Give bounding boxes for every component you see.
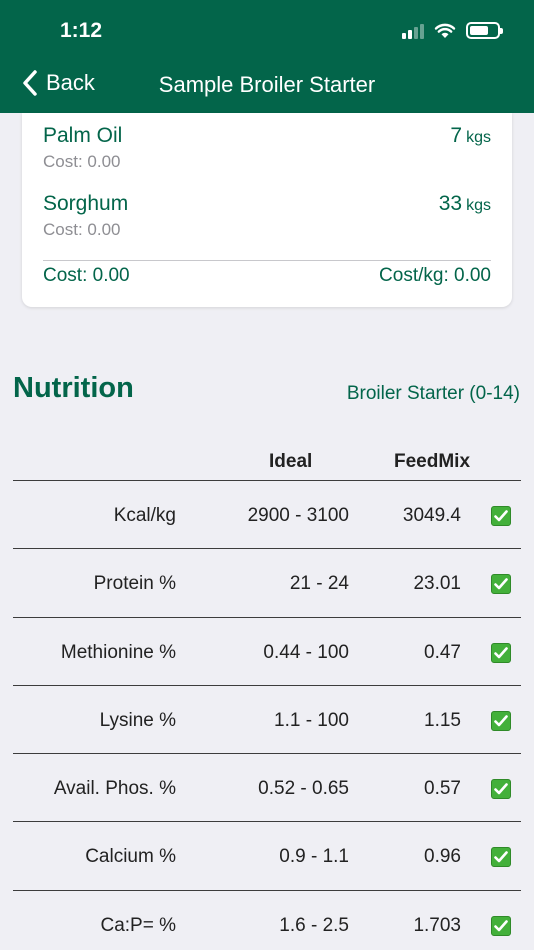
ingredient-item[interactable]: Palm Oil Cost: 0.00 7 kgs bbox=[43, 124, 491, 184]
signal-icon bbox=[402, 23, 424, 39]
header-ideal: Ideal bbox=[269, 451, 313, 472]
nutrient-feedmix: 0.96 bbox=[424, 846, 461, 868]
nutrient-feedmix: 1.703 bbox=[413, 914, 461, 936]
nutrient-name: Avail. Phos. % bbox=[53, 778, 176, 800]
nutrition-table: Ideal FeedMix Kcal/kg 2900 - 3100 3049.4 Pr… bbox=[13, 440, 521, 950]
feed-type-link[interactable]: Broiler Starter (0-14) bbox=[347, 383, 520, 405]
nutrient-ideal: 0.9 - 1.1 bbox=[279, 846, 349, 868]
nutrient-name: Ca:P= % bbox=[100, 914, 176, 936]
ingredient-cost: Cost: 0.00 bbox=[43, 152, 121, 171]
table-row: Methionine % 0.44 - 100 0.47 bbox=[13, 618, 521, 686]
nutrient-feedmix: 0.47 bbox=[424, 641, 461, 663]
wifi-icon bbox=[434, 23, 456, 38]
checkmark-icon bbox=[491, 506, 511, 526]
nutrient-name: Methionine % bbox=[60, 641, 176, 663]
page-title: Sample Broiler Starter bbox=[158, 72, 376, 97]
header-feedmix: FeedMix bbox=[394, 451, 471, 472]
nutrient-ideal: 1.1 - 100 bbox=[274, 709, 349, 731]
nutrient-ideal: 21 - 24 bbox=[289, 573, 349, 595]
nutrient-name: Kcal/kg bbox=[113, 505, 176, 526]
nutrient-name: Protein % bbox=[93, 573, 176, 595]
checkmark-icon bbox=[491, 710, 511, 731]
battery-icon bbox=[466, 22, 503, 39]
nutrient-name: Calcium % bbox=[85, 846, 176, 868]
ingredient-name: Palm Oil bbox=[43, 124, 123, 147]
nutrient-feedmix: 23.01 bbox=[413, 573, 461, 595]
checkmark-icon bbox=[491, 642, 511, 663]
ingredient-cost: Cost: 0.00 bbox=[43, 220, 121, 239]
ingredients-card: Palm Oil Cost: 0.00 7 kgs Sorghum Cost: 0… bbox=[22, 113, 512, 307]
ingredient-qty: 33 kgs bbox=[438, 192, 491, 215]
table-row: Kcal/kg 2900 - 3100 3049.4 bbox=[13, 481, 521, 550]
table-row: Lysine % 1.1 - 100 1.15 bbox=[13, 686, 521, 755]
checkmark-icon bbox=[491, 574, 511, 595]
table-header: Ideal FeedMix bbox=[13, 440, 521, 481]
nutrient-ideal: 0.44 - 100 bbox=[263, 641, 349, 663]
nutrient-ideal: 0.52 - 0.65 bbox=[258, 778, 349, 800]
nutrient-name: Lysine % bbox=[99, 709, 176, 731]
ingredient-qty: 7 kgs bbox=[450, 124, 491, 147]
table-row: Calcium % 0.9 - 1.1 0.96 bbox=[13, 822, 521, 891]
table-row: Avail. Phos. % 0.52 - 0.65 0.57 bbox=[13, 754, 521, 823]
nutrient-ideal: 2900 - 3100 bbox=[247, 505, 349, 526]
nutrient-ideal: 1.6 - 2.5 bbox=[279, 914, 349, 936]
checkmark-icon bbox=[491, 847, 511, 868]
ingredient-item[interactable]: Sorghum Cost: 0.00 33 kgs bbox=[43, 192, 491, 252]
header: 1:12 Back Sample Broiler Starter bbox=[0, 0, 534, 113]
checkmark-icon bbox=[491, 915, 511, 936]
ingredient-name: Sorghum bbox=[43, 192, 129, 215]
nutrient-feedmix: 3049.4 bbox=[402, 505, 461, 526]
total-cost: Cost: 0.00 bbox=[43, 265, 130, 286]
table-row: Ca:P= % 1.6 - 2.5 1.703 bbox=[13, 891, 521, 950]
table-row: Protein % 21 - 24 23.01 bbox=[13, 549, 521, 618]
divider bbox=[43, 260, 491, 261]
checkmark-icon bbox=[491, 779, 511, 800]
cost-per-kg: Cost/kg: 0.00 bbox=[379, 265, 491, 286]
status-time: 1:12 bbox=[60, 19, 103, 42]
status-icons bbox=[402, 22, 503, 39]
nutrition-heading: Nutrition bbox=[13, 372, 134, 404]
nutrient-feedmix: 1.15 bbox=[424, 709, 461, 731]
nutrient-feedmix: 0.57 bbox=[424, 778, 461, 800]
